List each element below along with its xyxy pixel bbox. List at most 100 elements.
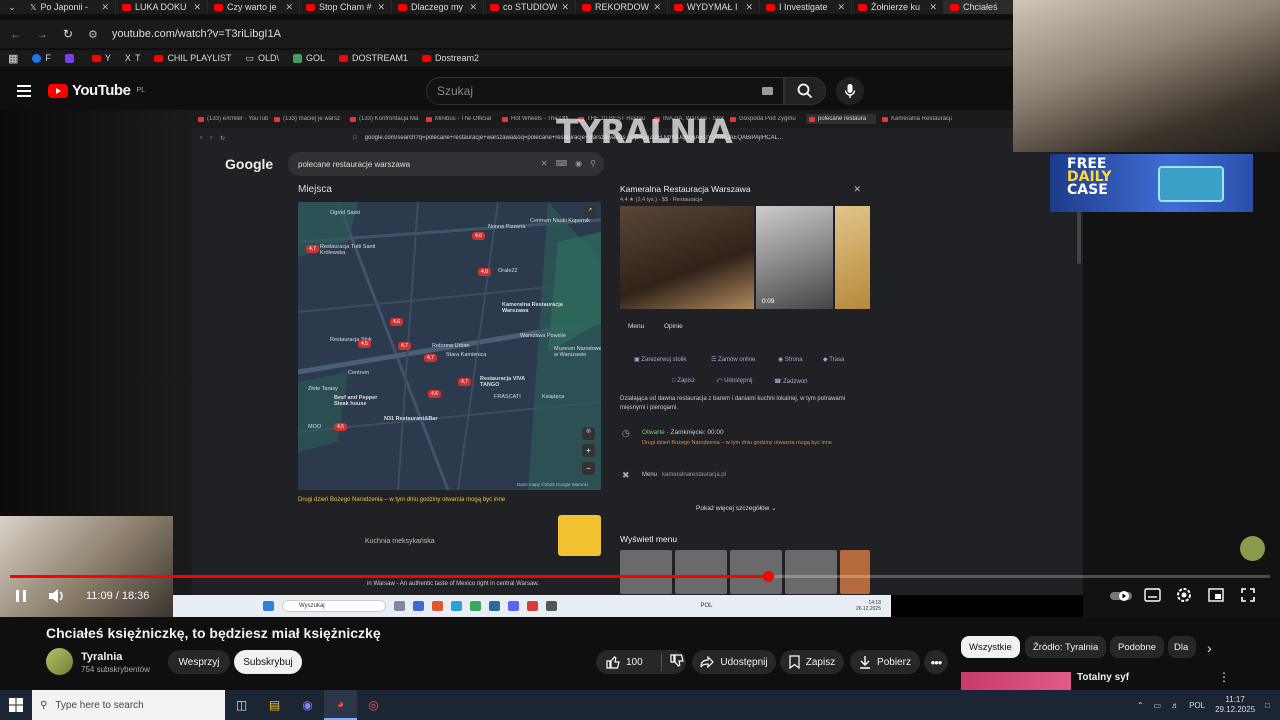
browser-tab[interactable]: 𝕏 Po Japonii - ✕ — [24, 0, 116, 14]
forward-icon[interactable]: → — [36, 27, 48, 41]
inner-tab: (133) eXmiler - YouTub — [198, 116, 268, 122]
close-tab-icon[interactable]: ✕ — [653, 2, 661, 13]
tab-label: Dlaczego my — [411, 2, 464, 12]
file-explorer-icon[interactable]: ▤ — [258, 690, 291, 720]
channel-avatar[interactable] — [46, 648, 73, 675]
miniplayer-button[interactable] — [1208, 588, 1224, 605]
browser-tab[interactable]: Czy warto je ✕ — [208, 0, 300, 14]
filter-chip-all[interactable]: Wszystkie — [961, 636, 1020, 658]
bookmark-item[interactable]: Dostream2 — [422, 53, 479, 63]
url-text[interactable]: youtube.com/watch?v=T3riLibgI1A — [112, 28, 281, 40]
download-button[interactable]: Pobierz — [850, 650, 920, 674]
dislike-button[interactable] — [660, 653, 684, 671]
inner-tab: Minibus - The Official — [426, 116, 496, 122]
taskbar-clock[interactable]: 11:17 29.12.2025 — [1215, 695, 1255, 715]
recommended-thumbnail[interactable] — [961, 672, 1071, 690]
promo-banner[interactable]: FREE DAILY CASE — [1050, 154, 1253, 212]
menu-icon[interactable] — [17, 85, 31, 97]
filter-chip-source[interactable]: Źródło: Tyralnia — [1025, 636, 1107, 658]
map-pin: 4,5 — [334, 423, 347, 431]
pause-button[interactable] — [14, 588, 28, 607]
region-code: PL — [136, 87, 145, 94]
network-icon[interactable]: ▭ — [1154, 701, 1162, 710]
time-display: 11:09 / 18:36 — [86, 590, 150, 602]
taskbar-search[interactable]: ⚲ Type here to search — [32, 690, 225, 720]
close-tab-icon[interactable]: ✕ — [929, 2, 937, 13]
browser-tab[interactable]: REKORDOW ✕ — [576, 0, 668, 14]
map-label: Książęca — [542, 394, 565, 400]
subscribe-button[interactable]: Subskrybuj — [234, 650, 302, 674]
support-button[interactable]: Wesprzyj — [168, 650, 230, 674]
bookmark-item[interactable]: Y — [91, 53, 111, 63]
places-heading: Miejsca — [298, 184, 332, 195]
discord-icon[interactable]: ◉ — [291, 690, 324, 720]
g-icon — [293, 53, 302, 63]
browser-tab[interactable]: co STUDIOW ✕ — [484, 0, 576, 14]
close-tab-icon[interactable]: ✕ — [285, 2, 293, 13]
tab-label: Chciałeś — [963, 2, 998, 12]
bookmark-item[interactable]: XT — [125, 53, 141, 63]
bookmark-item[interactable]: DOSTREAM1 — [339, 53, 408, 63]
close-tab-icon[interactable]: ✕ — [745, 2, 753, 13]
settings-button[interactable] — [1175, 586, 1193, 607]
speaker-icon[interactable]: ♬ — [1171, 701, 1179, 710]
start-button[interactable] — [0, 690, 32, 720]
keyboard-icon[interactable] — [762, 87, 773, 95]
task-view-icon[interactable]: ◫ — [225, 690, 258, 720]
browser-tab[interactable]: LUKA DOKU ✕ — [116, 0, 208, 14]
bookmark-item[interactable]: GOL — [293, 53, 325, 63]
inner-tab-icon — [809, 116, 815, 122]
chevron-right-icon[interactable]: › — [1207, 640, 1212, 656]
bookmark-item[interactable]: ▭ OLD\ — [245, 53, 279, 64]
bookmark-label: Dostream2 — [435, 53, 480, 63]
filter-chip-for-you[interactable]: Dla — [1168, 636, 1196, 658]
progress-bar[interactable] — [10, 575, 1270, 578]
map-pin: 4,6 — [390, 318, 403, 326]
site-info-icon[interactable]: ⚙ — [88, 28, 98, 41]
browser-tab[interactable]: Dlaczego my ✕ — [392, 0, 484, 14]
close-tab-icon[interactable]: ✕ — [837, 2, 845, 13]
volume-button[interactable] — [48, 588, 66, 607]
browser-tab[interactable]: Żołnierze ku ✕ — [852, 0, 944, 14]
close-tab-icon[interactable]: ✕ — [377, 2, 385, 13]
tab-search-icon[interactable]: ⌄ — [0, 2, 24, 13]
bookmark-item[interactable] — [64, 53, 78, 63]
close-tab-icon[interactable]: ✕ — [561, 2, 569, 13]
youtube-icon — [154, 54, 164, 62]
share-button[interactable]: Udostępnij — [692, 650, 776, 674]
autoplay-toggle[interactable] — [1110, 590, 1132, 605]
like-button[interactable]: 100 — [606, 655, 643, 669]
subtitles-button[interactable] — [1144, 588, 1161, 605]
tray-chevron-icon[interactable]: ⌃ — [1137, 701, 1144, 710]
recommended-more-icon[interactable]: ⋮ — [1218, 670, 1230, 684]
fullscreen-button[interactable] — [1241, 588, 1255, 605]
chrome-icon[interactable]: ◕ — [324, 690, 357, 720]
obs-icon[interactable]: ◎ — [357, 690, 390, 720]
more-actions-button[interactable]: ••• — [924, 650, 948, 674]
bookmark-item[interactable]: F — [32, 53, 51, 63]
save-button[interactable]: Zapisz — [780, 650, 844, 674]
browser-tab[interactable]: I Investigate ✕ — [760, 0, 852, 14]
voice-search-button[interactable] — [836, 77, 864, 105]
browser-tab[interactable]: Stop Cham # ✕ — [300, 0, 392, 14]
reload-icon[interactable]: ↻ — [62, 27, 74, 41]
youtube-icon — [950, 3, 959, 11]
search-input[interactable]: Szukaj — [426, 77, 784, 105]
browser-tab[interactable]: WYDYMAŁ I ✕ — [668, 0, 760, 14]
youtube-logo[interactable]: YouTube PL — [48, 82, 145, 99]
close-tab-icon[interactable]: ✕ — [193, 2, 201, 13]
language-indicator[interactable]: POL — [1189, 701, 1205, 710]
close-tab-icon[interactable]: ✕ — [101, 2, 109, 13]
search-button[interactable] — [784, 77, 826, 105]
close-tab-icon[interactable]: ✕ — [469, 2, 477, 13]
apps-grid-icon[interactable]: ▦ — [8, 52, 18, 65]
filter-chip-related[interactable]: Podobne — [1110, 636, 1165, 658]
channel-name[interactable]: Tyralnia — [81, 651, 122, 663]
food-photo — [834, 206, 870, 309]
recommended-title[interactable]: Totalny syf — [1077, 672, 1129, 683]
back-icon[interactable]: ← — [10, 27, 22, 41]
inner-tab-icon — [350, 116, 356, 122]
bookmark-item[interactable]: CHIL PLAYLIST — [154, 53, 231, 63]
notification-icon[interactable]: □ — [1265, 701, 1270, 710]
bookmark-label: T — [134, 53, 141, 63]
